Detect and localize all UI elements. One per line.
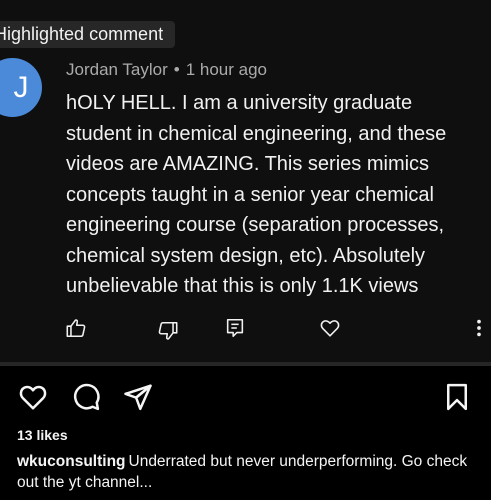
comment-meta: Jordan Taylor • 1 hour ago	[66, 60, 267, 80]
divider	[0, 362, 491, 366]
like-button[interactable]	[16, 380, 50, 414]
reply-icon	[222, 315, 248, 341]
likes-count[interactable]: 13 likes	[17, 427, 68, 443]
heart-icon	[317, 315, 343, 341]
badge-label: Highlighted comment	[0, 24, 164, 44]
more-vertical-icon	[470, 315, 488, 341]
caption-username[interactable]: wkuconsulting	[17, 453, 126, 470]
comment-author: Jordan Taylor	[66, 60, 168, 79]
comment-button[interactable]	[69, 380, 103, 414]
caption: wkuconsulting Underrated but never underp…	[17, 451, 483, 493]
comment-text: hOLY HELL. I am a university graduate st…	[66, 92, 447, 297]
save-button[interactable]	[440, 380, 474, 414]
meta-separator: •	[173, 60, 180, 79]
youtube-comment-screenshot: Highlighted comment J Jordan Taylor • 1 ho…	[0, 0, 491, 362]
avatar: J	[0, 58, 42, 117]
heart-icon	[19, 385, 47, 410]
bookmark-icon	[447, 383, 467, 411]
highlighted-comment-badge: Highlighted comment	[0, 21, 175, 48]
comment-time: 1 hour ago	[185, 60, 267, 79]
thumbs-up-icon	[63, 315, 89, 341]
thumbs-down-icon	[155, 318, 181, 344]
share-button[interactable]	[121, 380, 155, 414]
post-view: Highlighted comment J Jordan Taylor • 1 ho…	[0, 0, 491, 500]
comment-icon	[73, 383, 100, 411]
share-icon	[124, 384, 152, 411]
